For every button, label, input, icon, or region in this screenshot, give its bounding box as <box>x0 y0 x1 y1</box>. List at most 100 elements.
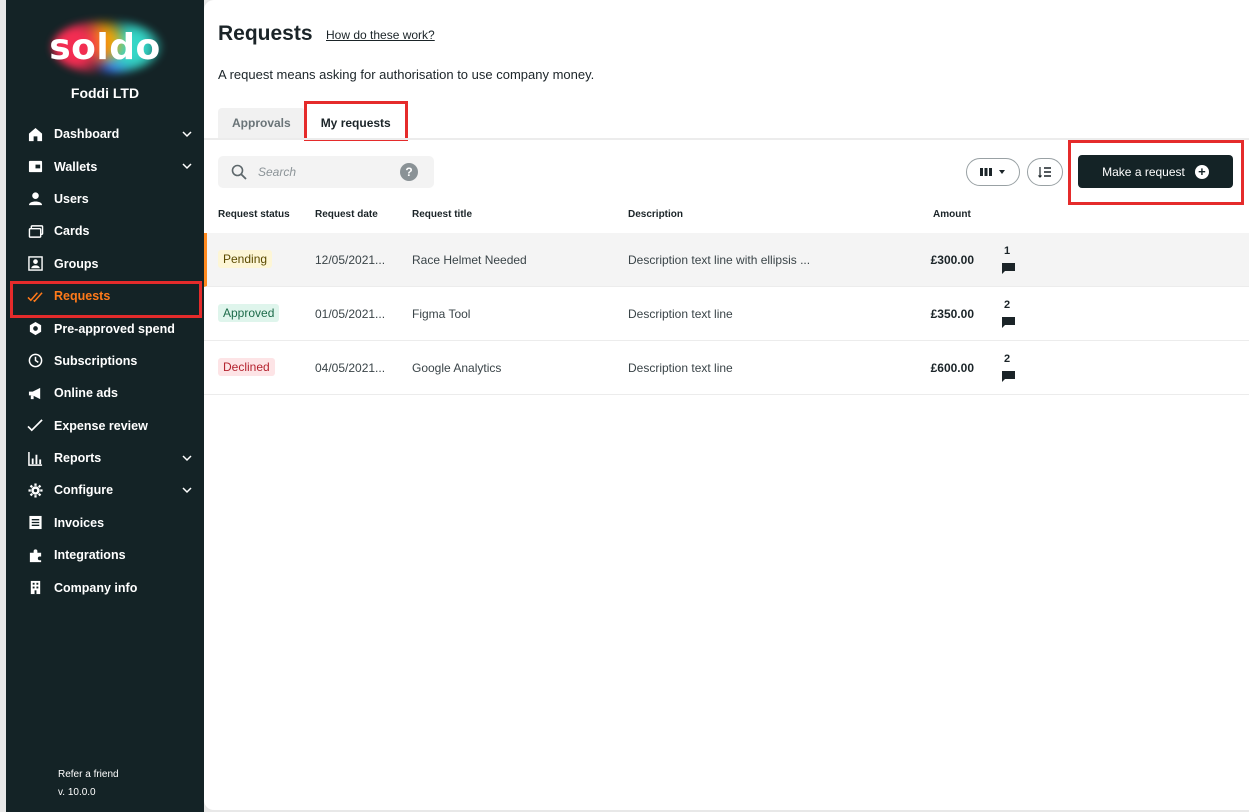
request-date: 01/05/2021... <box>315 307 386 321</box>
sidebar-item-label: Subscriptions <box>54 353 138 368</box>
sidebar-item-cards[interactable]: Cards <box>6 215 204 247</box>
sidebar-item-label: Integrations <box>54 548 126 563</box>
make-request-highlight-annotation <box>1068 140 1244 205</box>
status-badge: Approved <box>218 304 280 322</box>
sidebar-item-label: Company info <box>54 580 138 595</box>
column-header-date[interactable]: Request date <box>315 209 378 220</box>
how-do-these-work-link[interactable]: How do these work? <box>326 28 435 42</box>
chevron-down-icon <box>182 163 192 170</box>
sidebar-item-label: Reports <box>54 451 102 466</box>
page-subtitle: A request means asking for authorisation… <box>218 67 595 82</box>
comment-icon[interactable] <box>1002 317 1015 329</box>
puzzle-icon <box>27 547 44 564</box>
cards-icon <box>27 223 44 240</box>
request-date: 04/05/2021... <box>315 361 386 375</box>
sidebar-item-configure[interactable]: Configure <box>6 474 204 506</box>
sidebar-item-label: Expense review <box>54 418 148 433</box>
sidebar-item-label: Invoices <box>54 515 105 530</box>
caret-down-icon <box>999 170 1005 174</box>
column-header-description[interactable]: Description <box>628 209 683 220</box>
column-header-amount[interactable]: Amount <box>933 209 971 220</box>
comment-count: 2 <box>1004 299 1011 311</box>
gear-icon <box>27 482 44 499</box>
logo: soldo <box>44 18 166 76</box>
user-icon <box>27 190 44 207</box>
sidebar-footer: Refer a friend v. 10.0.0 <box>58 766 119 802</box>
logo-text: soldo <box>49 26 161 68</box>
sidebar-item-label: Configure <box>54 483 114 498</box>
request-description: Description text line <box>628 307 733 321</box>
chevron-down-icon <box>182 455 192 461</box>
column-header-title[interactable]: Request title <box>412 209 472 220</box>
request-title: Figma Tool <box>412 307 471 321</box>
megaphone-icon <box>27 385 44 402</box>
company-name: Foddi LTD <box>70 85 140 101</box>
column-header-status[interactable]: Request status <box>218 209 290 220</box>
sidebar-item-online-ads[interactable]: Online ads <box>6 377 204 409</box>
wallet-icon <box>27 158 44 175</box>
request-amount: £300.00 <box>930 253 974 267</box>
sidebar-item-expense-review[interactable]: Expense review <box>6 410 204 442</box>
columns-toggle-button[interactable] <box>966 158 1020 186</box>
status-badge: Declined <box>218 358 275 376</box>
columns-icon <box>980 168 992 176</box>
request-amount: £600.00 <box>930 361 974 375</box>
request-amount: £350.00 <box>930 307 974 321</box>
home-icon <box>27 126 44 143</box>
groups-icon <box>27 255 44 272</box>
sidebar-item-label: Wallets <box>54 159 98 174</box>
sidebar-item-label: Pre-approved spend <box>54 321 175 336</box>
sidebar-item-reports[interactable]: Reports <box>6 442 204 474</box>
request-title: Race Helmet Needed <box>412 253 527 267</box>
sidebar-nav: Dashboard Wallets Users Cards Groups Req… <box>6 118 204 604</box>
sidebar-item-subscriptions[interactable]: Subscriptions <box>6 345 204 377</box>
search-input[interactable] <box>258 162 388 182</box>
chevron-down-icon <box>182 487 192 494</box>
sidebar-item-label: Online ads <box>54 386 118 401</box>
sort-list-icon <box>1038 167 1051 178</box>
sidebar-item-label: Groups <box>54 256 99 271</box>
check-icon <box>27 417 44 434</box>
table-row[interactable]: Approved 01/05/2021... Figma Tool Descri… <box>204 287 1249 341</box>
invoice-icon <box>27 514 44 531</box>
request-description: Description text line with ellipsis ... <box>628 253 811 267</box>
sort-button[interactable] <box>1027 158 1063 186</box>
comment-count: 2 <box>1004 353 1011 365</box>
building-icon <box>27 579 44 596</box>
refer-a-friend-link[interactable]: Refer a friend <box>58 766 119 784</box>
search-box: ? <box>218 156 434 188</box>
clock-icon <box>27 352 44 369</box>
my-requests-highlight-annotation <box>304 101 408 141</box>
sidebar-item-label: Users <box>54 191 89 206</box>
sidebar: soldo Foddi LTD Dashboard Wallets Users … <box>6 0 204 812</box>
chevron-down-icon <box>182 131 192 138</box>
sidebar-item-invoices[interactable]: Invoices <box>6 507 204 539</box>
request-title: Google Analytics <box>412 361 502 375</box>
table-row[interactable]: Declined 04/05/2021... Google Analytics … <box>204 341 1249 395</box>
comment-icon[interactable] <box>1002 371 1015 383</box>
tab-approvals[interactable]: Approvals <box>218 108 305 138</box>
app-frame: soldo Foddi LTD Dashboard Wallets Users … <box>0 0 1249 812</box>
bar-chart-icon <box>27 450 44 467</box>
sidebar-item-users[interactable]: Users <box>6 183 204 215</box>
sidebar-item-label: Dashboard <box>54 127 120 142</box>
requests-highlight-annotation <box>10 281 202 318</box>
sidebar-item-dashboard[interactable]: Dashboard <box>6 118 204 150</box>
request-date: 12/05/2021... <box>315 253 386 267</box>
hexagon-icon <box>27 320 44 337</box>
sidebar-item-groups[interactable]: Groups <box>6 248 204 280</box>
search-icon <box>231 164 247 180</box>
comment-count: 1 <box>1004 245 1011 257</box>
sidebar-item-wallets[interactable]: Wallets <box>6 150 204 182</box>
sidebar-item-company-info[interactable]: Company info <box>6 571 204 603</box>
comment-icon[interactable] <box>1002 263 1015 275</box>
help-icon[interactable]: ? <box>400 163 418 181</box>
status-badge: Pending <box>218 250 273 268</box>
main-content: Requests How do these work? A request me… <box>204 0 1249 810</box>
table-row[interactable]: Pending 12/05/2021... Race Helmet Needed… <box>204 233 1249 287</box>
page-title: Requests <box>218 22 313 45</box>
sidebar-item-label: Cards <box>54 224 90 239</box>
app-version: v. 10.0.0 <box>58 787 96 798</box>
request-description: Description text line <box>628 361 733 375</box>
sidebar-item-integrations[interactable]: Integrations <box>6 539 204 571</box>
